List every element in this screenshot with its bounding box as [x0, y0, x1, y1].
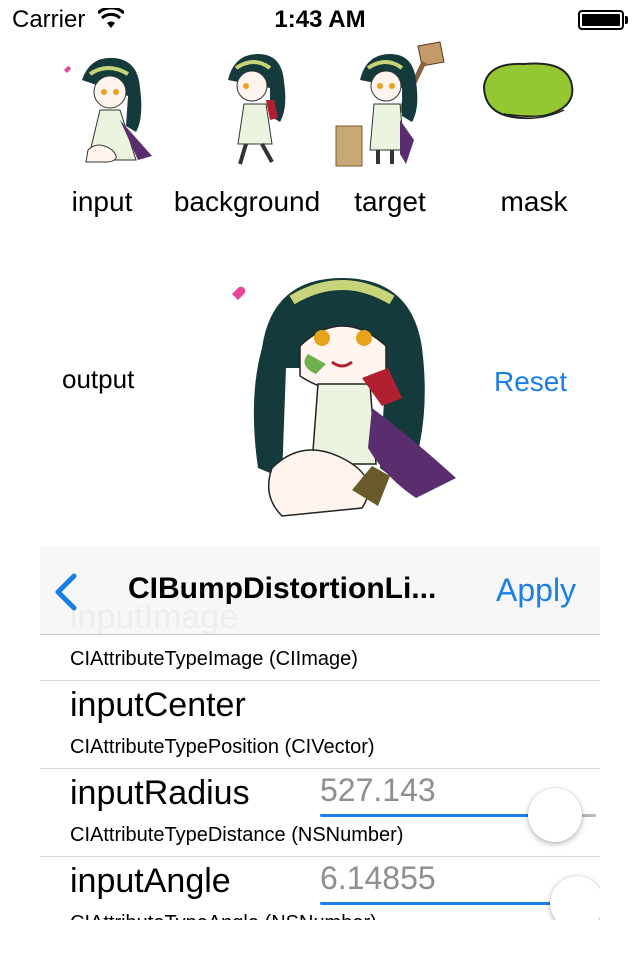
slider-fill — [320, 814, 555, 817]
parameter-type: CIAttributeTypeAngle (NSNumber) — [70, 912, 377, 920]
mask-thumbnail[interactable] — [474, 40, 586, 168]
clock: 1:43 AM — [274, 6, 366, 33]
navigation-bar: CIBumpDistortionLi... Apply — [40, 546, 600, 635]
parameter-table[interactable]: inputImage CIAttributeTypeImage (CIImage… — [40, 600, 600, 920]
reset-button[interactable]: Reset — [494, 366, 567, 398]
chevron-left-icon[interactable] — [52, 572, 80, 612]
battery-icon — [578, 10, 624, 30]
slider-fill — [320, 902, 577, 905]
background-thumbnail[interactable] — [202, 40, 314, 168]
parameter-value: 6.14855 — [320, 860, 436, 896]
parameter-type: CIAttributeTypeDistance (NSNumber) — [70, 824, 404, 846]
battery-tip — [625, 16, 628, 24]
target-thumbnail[interactable] — [334, 40, 446, 168]
parameter-type: CIAttributeTypePosition (CIVector) — [70, 736, 375, 758]
slider-thumb[interactable] — [549, 876, 600, 920]
parameter-type: CIAttributeTypeImage (CIImage) — [70, 648, 358, 670]
angle-slider[interactable] — [320, 876, 600, 920]
parameter-name: inputAngle — [70, 862, 231, 900]
table-row[interactable]: inputCenter CIAttributeTypePosition (CIV… — [40, 680, 600, 769]
chibi-girl-walking-icon — [228, 54, 286, 165]
filter-title: CIBumpDistortionLi... — [128, 572, 437, 605]
radius-slider[interactable] — [320, 788, 596, 842]
status-bar: Carrier 1:43 AM — [0, 0, 640, 40]
apply-button[interactable]: Apply — [496, 572, 576, 609]
chibi-girl-output-icon — [232, 278, 456, 517]
parameter-value: 527.143 — [320, 772, 436, 808]
table-row[interactable]: inputRadius 527.143 CIAttributeTypeDista… — [40, 768, 600, 857]
output-image — [222, 258, 472, 530]
table-row[interactable]: inputAngle 6.14855 CIAttributeTypeAngle … — [40, 856, 600, 920]
parameter-name: inputCenter — [70, 686, 246, 724]
output-label: output — [62, 364, 135, 394]
input-thumbnail[interactable] — [60, 40, 172, 168]
slider-thumb[interactable] — [527, 788, 582, 842]
chibi-girl-kneeling-icon — [64, 57, 152, 163]
green-blob-icon — [482, 62, 574, 120]
parameter-name: inputRadius — [70, 774, 250, 812]
chibi-girl-with-mallet-icon — [335, 41, 445, 167]
mask-label: mask — [500, 186, 568, 217]
